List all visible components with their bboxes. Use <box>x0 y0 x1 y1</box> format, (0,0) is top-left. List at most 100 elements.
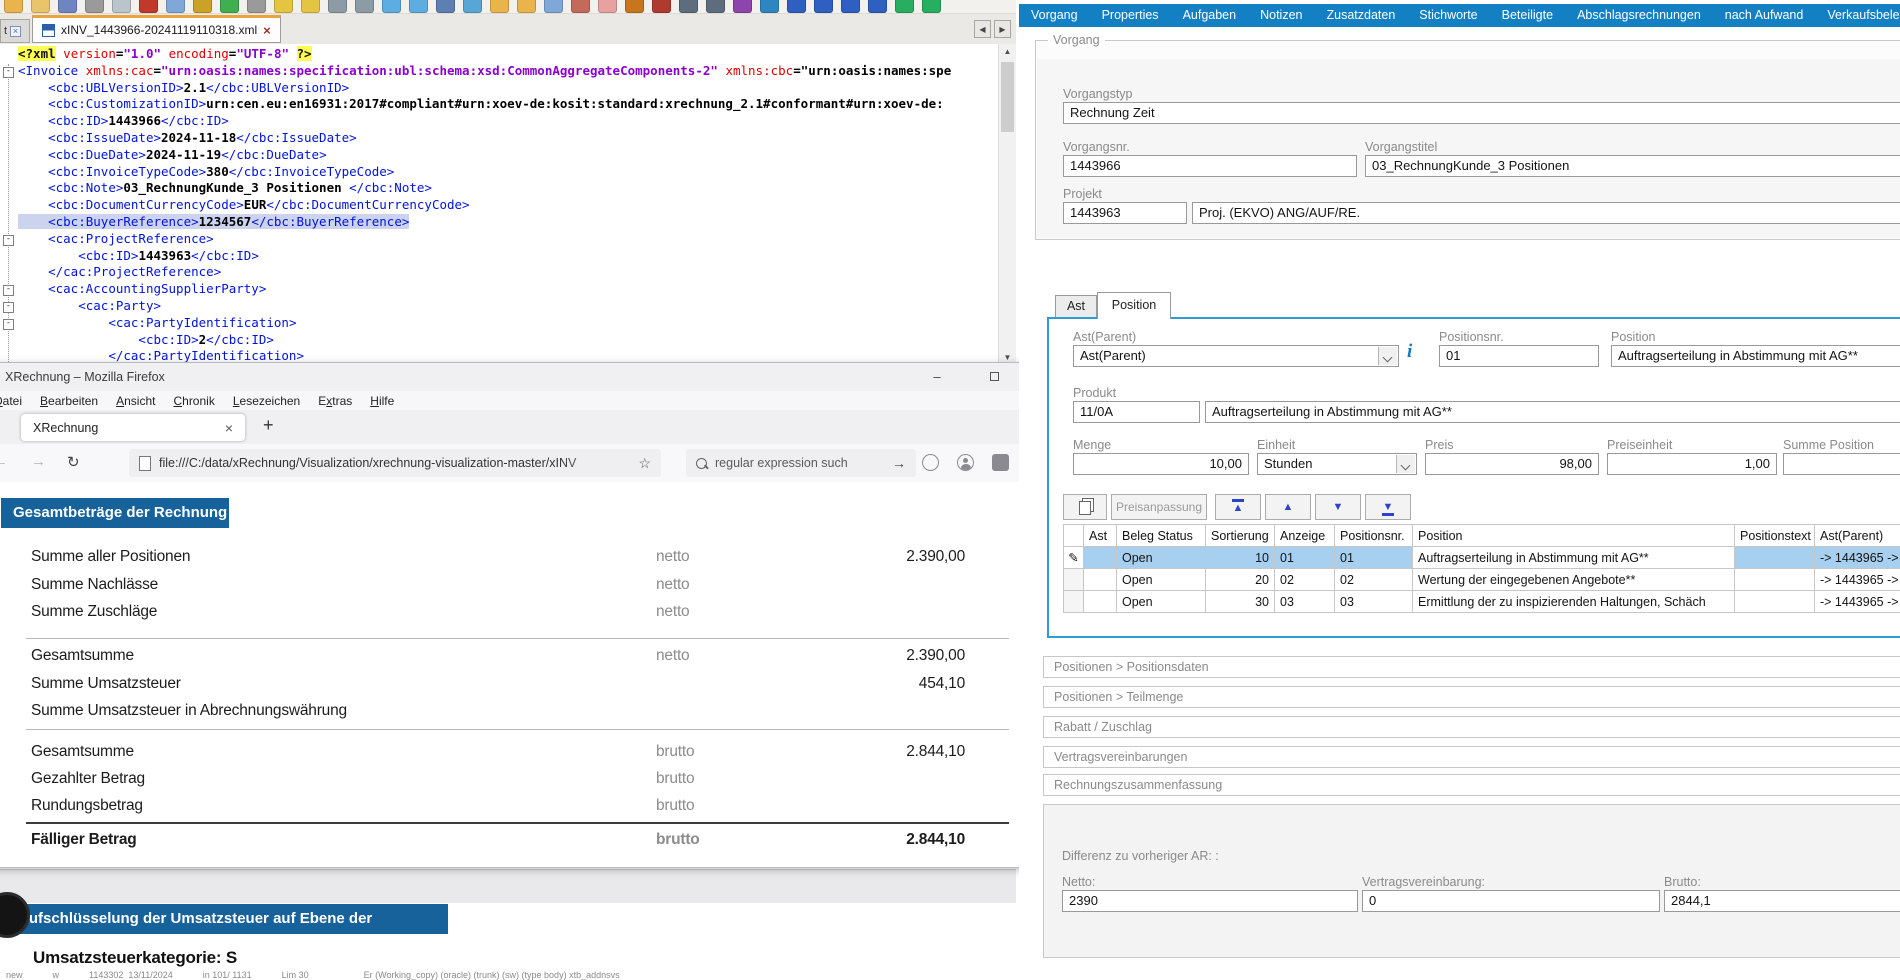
tab-position[interactable]: Position <box>1097 292 1171 319</box>
save-all-icon[interactable] <box>85 0 104 13</box>
close-icon[interactable]: × <box>263 24 271 37</box>
new-file-icon[interactable] <box>4 0 23 13</box>
projekt-name-field[interactable]: Proj. (EKVO) ANG/AUF/RE. <box>1192 202 1900 224</box>
projekt-nr-field[interactable]: 1443963 <box>1063 202 1187 224</box>
grid-cell[interactable]: Open <box>1117 591 1206 613</box>
grid-cell[interactable] <box>1084 569 1117 591</box>
record-macro-icon[interactable] <box>652 0 671 13</box>
section-header-positionen-positionsdaten[interactable]: Positionen > Positionsdaten <box>1043 656 1900 678</box>
grid-cell[interactable] <box>1735 547 1815 569</box>
summe-position-field[interactable] <box>1783 453 1900 475</box>
tab-close-icon[interactable]: × <box>225 420 233 436</box>
grid-header-cell[interactable]: Beleg Status <box>1117 525 1206 547</box>
browser-tab[interactable]: XRechnung × <box>21 414 245 441</box>
function-list-icon[interactable] <box>517 0 536 13</box>
tab-properties[interactable]: Properties <box>1090 4 1171 27</box>
redo-icon[interactable] <box>247 0 266 13</box>
vertragsvereinbarung-field[interactable]: 0 <box>1362 890 1660 912</box>
sync-scroll-horizontal-icon[interactable] <box>409 0 428 13</box>
bookmark-star-icon[interactable]: ☆ <box>638 455 651 472</box>
sync-scroll-vertical-icon[interactable] <box>382 0 401 13</box>
stop-macro-icon[interactable] <box>679 0 698 13</box>
play-macro-icon[interactable] <box>706 0 725 13</box>
cut-icon[interactable] <box>139 0 158 13</box>
tab-vorgang[interactable]: Vorgang <box>1019 4 1090 27</box>
print-icon[interactable] <box>112 0 131 13</box>
move-bottom-button[interactable]: ▼ <box>1365 494 1411 520</box>
grid-cell[interactable]: 20 <box>1206 569 1275 591</box>
grid-cell[interactable]: 02 <box>1275 569 1335 591</box>
grid-header-cell[interactable] <box>1064 525 1084 547</box>
firefox-titlebar[interactable]: XRechnung – Mozilla Firefox – × <box>0 363 1075 391</box>
grid-cell[interactable]: 10 <box>1206 547 1275 569</box>
grid-cell[interactable]: Open <box>1117 547 1206 569</box>
minimize-button[interactable]: – <box>920 366 954 388</box>
shield-icon[interactable] <box>922 454 939 471</box>
indent-guide-icon[interactable] <box>490 0 509 13</box>
grid-cell[interactable]: Wertung der eingegebenen Angebote** <box>1413 569 1735 591</box>
tab-verkaufsbeleg[interactable]: Verkaufsbeleg <box>1815 4 1900 27</box>
menu-item-bearbeiten[interactable]: Bearbeiten <box>31 394 107 408</box>
brutto-field[interactable]: 2844,1 <box>1664 890 1900 912</box>
grid-header-cell[interactable]: Ast <box>1084 525 1117 547</box>
grid-cell[interactable] <box>1735 591 1815 613</box>
new-tab-button[interactable]: + <box>263 415 274 436</box>
tab-nach-aufwand[interactable]: nach Aufwand <box>1713 4 1816 27</box>
menu-item-hilfe[interactable]: Hilfe <box>361 394 403 408</box>
tab-notizen[interactable]: Notizen <box>1248 4 1314 27</box>
grid-cell[interactable]: Auftragserteilung in Abstimmung mit AG** <box>1413 547 1735 569</box>
grid-header-cell[interactable]: Positionsnr. <box>1335 525 1413 547</box>
grid-cell[interactable]: 01 <box>1275 547 1335 569</box>
back-icon[interactable]: ← <box>0 453 8 470</box>
show-all-characters-icon[interactable] <box>463 0 482 13</box>
grid-cell[interactable]: 01 <box>1335 547 1413 569</box>
run-macro-multiple-icon[interactable] <box>760 0 779 13</box>
section-header-positionen-teilmenge[interactable]: Positionen > Teilmenge <box>1043 686 1900 708</box>
edit-pencil-icon[interactable]: ✎ <box>1064 547 1084 569</box>
fold-marker-icon[interactable]: - <box>3 67 14 78</box>
grid-cell[interactable]: Ermittlung der zu inspizierenden Haltung… <box>1413 591 1735 613</box>
chevron-down-icon[interactable] <box>1378 347 1397 365</box>
move-up-button[interactable]: ▲ <box>1265 494 1311 520</box>
move-down-button[interactable]: ▼ <box>1315 494 1361 520</box>
tab-abschlagsrechnungen[interactable]: Abschlagsrechnungen <box>1565 4 1713 27</box>
grid-header-cell[interactable]: Anzeige <box>1275 525 1335 547</box>
grid-cell[interactable]: 02 <box>1335 569 1413 591</box>
vorgangstitel-field[interactable]: 03_RechnungKunde_3 Positionen <box>1365 155 1900 177</box>
sort-descending-icon[interactable] <box>814 0 833 13</box>
npp-tab-partial[interactable]: t × <box>0 19 30 43</box>
vorgangsnr-field[interactable]: 1443966 <box>1063 155 1357 177</box>
grid-cell[interactable] <box>1084 547 1117 569</box>
menu-item-chronik[interactable]: Chronik <box>164 394 223 408</box>
sort-ascending-icon[interactable] <box>787 0 806 13</box>
table-row[interactable]: Open300303Ermittlung der zu inspizierend… <box>1064 591 1900 613</box>
account-icon[interactable] <box>957 454 974 471</box>
url-text[interactable]: file:///C:/data/xRechnung/Visualization/… <box>159 456 630 470</box>
vorgangstyp-field[interactable]: Rechnung Zeit <box>1063 102 1900 124</box>
section-header-rechnungszusammenfassung[interactable]: Rechnungszusammenfassung <box>1043 774 1900 796</box>
search-go-icon[interactable]: → <box>892 455 906 471</box>
tab-aufgaben[interactable]: Aufgaben <box>1171 4 1249 27</box>
fold-marker-icon[interactable]: - <box>3 285 14 296</box>
tab-zusatzdaten[interactable]: Zusatzdaten <box>1314 4 1407 27</box>
grid-header-cell[interactable]: Ast(Parent) <box>1815 525 1900 547</box>
tab-scroll-right-icon[interactable]: ▶ <box>994 20 1011 38</box>
reload-icon[interactable]: ↻ <box>67 453 80 471</box>
menu-item-ansicht[interactable]: Ansicht <box>107 394 164 408</box>
grid-cell[interactable]: -> 1443965 -> 03 Ermittlung der <box>1815 591 1900 613</box>
fold-marker-icon[interactable]: - <box>3 319 14 330</box>
doc-map-icon[interactable] <box>544 0 563 13</box>
fold-marker-icon[interactable]: - <box>3 235 14 246</box>
word-wrap-icon[interactable] <box>436 0 455 13</box>
menu-item-extras[interactable]: Extras <box>309 394 361 408</box>
maximize-button[interactable] <box>977 366 1011 388</box>
search-text[interactable]: regular expression such <box>715 456 848 470</box>
info-icon[interactable]: i <box>1407 341 1412 363</box>
table-row[interactable]: ✎Open100101Auftragserteilung in Abstimmu… <box>1064 547 1900 569</box>
tab-scroll-left-icon[interactable]: ◀ <box>974 20 991 38</box>
row-header[interactable] <box>1064 591 1084 613</box>
netto-field[interactable]: 2390 <box>1062 890 1358 912</box>
undo-icon[interactable] <box>220 0 239 13</box>
zoom-in-icon[interactable] <box>328 0 347 13</box>
grid-cell[interactable]: 03 <box>1335 591 1413 613</box>
